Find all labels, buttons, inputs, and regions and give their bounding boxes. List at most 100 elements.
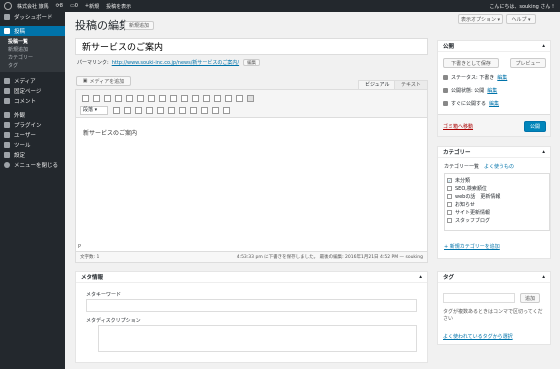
publish-button[interactable]: 公開 xyxy=(524,121,546,132)
read-more-icon[interactable] xyxy=(214,95,221,102)
tab-popular-categories[interactable]: よく使うもの xyxy=(484,163,514,170)
permalink-row: パーマリンク: http://www.souki-inc.co.jp/news/… xyxy=(77,59,261,66)
unlink-icon[interactable] xyxy=(203,95,210,102)
permalink-url[interactable]: http://www.souki-inc.co.jp/news/新サービスのご案… xyxy=(112,59,239,66)
comments-link[interactable]: ▭ 0 xyxy=(70,3,78,9)
italic-icon[interactable] xyxy=(93,95,100,102)
checkbox[interactable] xyxy=(447,209,452,215)
indent-icon[interactable] xyxy=(190,107,197,114)
checkbox[interactable] xyxy=(447,193,452,199)
new-content-link[interactable]: + 新規 xyxy=(85,3,99,10)
tags-box-header[interactable]: タグ ▴ xyxy=(438,272,550,283)
format-select[interactable]: 段落 ▾ xyxy=(80,106,108,115)
collapse-arrow-icon[interactable]: ▴ xyxy=(419,274,422,280)
tag-input[interactable] xyxy=(443,293,515,303)
menu-comments[interactable]: コメント xyxy=(0,96,65,106)
align-right-icon[interactable] xyxy=(181,95,188,102)
redo-icon[interactable] xyxy=(212,107,219,114)
categories-box: カテゴリー ▴ カテゴリー一覧 よく使うもの ✓ 未分類 SEO,検索順位 webの… xyxy=(437,146,551,259)
meta-keyword-label: メタキーワード xyxy=(86,292,122,298)
menu-tools[interactable]: ツール xyxy=(0,140,65,150)
horizontal-line-icon[interactable] xyxy=(148,95,155,102)
save-draft-button[interactable]: 下書きとして保存 xyxy=(443,58,499,68)
collapse-arrow-icon[interactable]: ▴ xyxy=(542,149,545,155)
underline-icon[interactable] xyxy=(113,107,120,114)
help-button[interactable]: ヘルプ ▾ xyxy=(506,14,536,24)
undo-icon[interactable] xyxy=(201,107,208,114)
align-left-icon[interactable] xyxy=(159,95,166,102)
category-item[interactable]: SEO,検索順位 xyxy=(447,184,547,192)
meta-keyword-input[interactable] xyxy=(86,299,417,312)
collapse-arrow-icon[interactable]: ▴ xyxy=(542,274,545,280)
justify-icon[interactable] xyxy=(124,107,131,114)
trash-link[interactable]: ゴミ箱へ移動 xyxy=(443,123,473,130)
preview-button[interactable]: プレビュー xyxy=(510,58,546,68)
permalink-edit-button[interactable]: 編集 xyxy=(243,59,261,66)
menu-media[interactable]: メディア xyxy=(0,76,65,86)
tab-visual[interactable]: ビジュアル xyxy=(358,80,397,89)
link-icon[interactable] xyxy=(192,95,199,102)
checkbox[interactable] xyxy=(447,201,452,207)
kitchen-sink-icon[interactable] xyxy=(247,95,254,102)
checkbox[interactable] xyxy=(447,217,452,223)
publish-box-header[interactable]: 公開 ▴ xyxy=(438,41,550,52)
submenu-tags[interactable]: タグ xyxy=(0,62,65,70)
paste-text-icon[interactable] xyxy=(146,107,153,114)
view-post-link[interactable]: 投稿を表示 xyxy=(106,3,131,10)
visibility-edit-link[interactable]: 編集 xyxy=(487,87,497,94)
bold-icon[interactable] xyxy=(82,95,89,102)
category-item[interactable]: スタッフブログ xyxy=(447,216,547,224)
menu-pages[interactable]: 固定ページ xyxy=(0,86,65,96)
submenu-categories[interactable]: カテゴリー xyxy=(0,54,65,62)
tab-text[interactable]: テキスト xyxy=(394,80,428,89)
outdent-icon[interactable] xyxy=(179,107,186,114)
checkbox[interactable]: ✓ xyxy=(447,177,452,183)
post-title-input[interactable] xyxy=(75,38,428,55)
menu-settings[interactable]: 設定 xyxy=(0,150,65,160)
menu-plugins[interactable]: プラグイン xyxy=(0,120,65,130)
admin-sidebar: ダッシュボード 投稿 投稿一覧 新規追加 カテゴリー タグ メディア 固定ページ… xyxy=(0,12,65,369)
menu-users[interactable]: ユーザー xyxy=(0,130,65,140)
category-item[interactable]: webの話 更新情報 xyxy=(447,192,547,200)
category-item[interactable]: お知らせ xyxy=(447,200,547,208)
checkbox[interactable] xyxy=(447,185,452,191)
clear-formatting-icon[interactable] xyxy=(157,107,164,114)
popular-tags-link[interactable]: よく使われているタグから選択 xyxy=(443,333,513,340)
blockquote-icon[interactable] xyxy=(137,95,144,102)
updates-link[interactable]: ⟳ 8 xyxy=(56,3,63,9)
add-media-button[interactable]: ▣ メディアを追加 xyxy=(76,76,131,86)
category-item[interactable]: ✓ 未分類 xyxy=(447,176,547,184)
meta-description-input[interactable] xyxy=(98,325,417,352)
add-new-button[interactable]: 新規追加 xyxy=(124,21,154,30)
wordpress-logo-icon[interactable] xyxy=(4,2,12,10)
toolbar-toggle-icon[interactable] xyxy=(236,95,243,102)
menu-posts[interactable]: 投稿 xyxy=(0,26,65,36)
admin-bar: 株式会社 旅馬 ⟳ 8 ▭ 0 + 新規 投稿を表示 こんにちは、souking… xyxy=(0,0,560,12)
special-character-icon[interactable] xyxy=(168,107,175,114)
user-greeting[interactable]: こんにちは、souking さん ! xyxy=(489,3,554,10)
menu-appearance[interactable]: 外観 xyxy=(0,110,65,120)
strikethrough-icon[interactable] xyxy=(104,95,111,102)
schedule-edit-link[interactable]: 編集 xyxy=(489,100,499,107)
keyboard-shortcuts-icon[interactable] xyxy=(223,107,230,114)
meta-box-header[interactable]: メタ情報 ▴ xyxy=(76,272,427,283)
screen-options-button[interactable]: 表示オプション ▾ xyxy=(458,14,503,24)
site-name-link[interactable]: 株式会社 旅馬 xyxy=(17,3,49,10)
tab-all-categories[interactable]: カテゴリー一覧 xyxy=(444,163,479,170)
collapse-arrow-icon[interactable]: ▴ xyxy=(542,43,545,49)
status-edit-link[interactable]: 編集 xyxy=(497,74,507,81)
menu-dashboard[interactable]: ダッシュボード xyxy=(0,12,65,22)
text-color-icon[interactable] xyxy=(135,107,142,114)
add-tag-button[interactable]: 追加 xyxy=(520,293,540,303)
submenu-all-posts[interactable]: 投稿一覧 xyxy=(0,38,65,46)
menu-collapse[interactable]: メニューを閉じる xyxy=(0,160,65,170)
editor-content[interactable]: 新サービスのご案内 xyxy=(83,128,137,137)
submenu-add-new[interactable]: 新規追加 xyxy=(0,46,65,54)
add-category-link[interactable]: + 新規カテゴリーを追加 xyxy=(444,243,500,250)
fullscreen-icon[interactable] xyxy=(225,95,232,102)
categories-box-header[interactable]: カテゴリー ▴ xyxy=(438,147,550,158)
numbered-list-icon[interactable] xyxy=(126,95,133,102)
bulleted-list-icon[interactable] xyxy=(115,95,122,102)
category-item[interactable]: サイト更新情報 xyxy=(447,208,547,216)
align-center-icon[interactable] xyxy=(170,95,177,102)
